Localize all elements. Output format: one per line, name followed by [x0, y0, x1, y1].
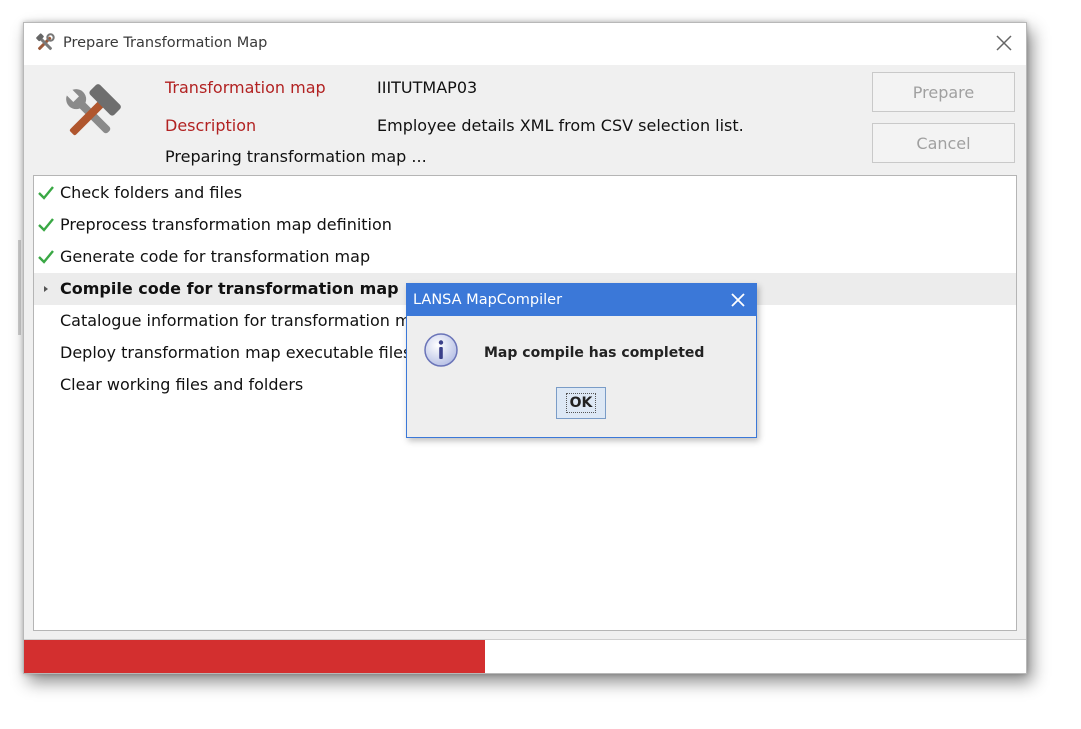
- step-label: Preprocess transformation map definition: [60, 215, 392, 234]
- description-label: Description: [165, 116, 257, 135]
- dialog-title: LANSA MapCompiler: [413, 292, 563, 308]
- checkmark-icon: [38, 186, 54, 200]
- step-label: Check folders and files: [60, 183, 243, 202]
- window-title: Prepare Transformation Map: [63, 35, 268, 51]
- step-label: Catalogue information for transformation…: [60, 311, 431, 330]
- status-text: Preparing transformation map ...: [165, 147, 427, 166]
- cancel-button[interactable]: Cancel: [872, 123, 1015, 163]
- info-icon: [424, 333, 458, 367]
- transformation-map-value: IIITUTMAP03: [377, 78, 478, 97]
- checkmark-icon: [38, 218, 54, 232]
- prepare-button[interactable]: Prepare: [872, 72, 1015, 112]
- close-icon[interactable]: [730, 292, 746, 308]
- step-label: Compile code for transformation map: [60, 279, 399, 298]
- tools-icon: [36, 33, 55, 51]
- step-label: Clear working files and folders: [60, 375, 304, 394]
- step-check-folders: Check folders and files: [34, 177, 1016, 209]
- tools-icon: [66, 84, 121, 136]
- background-edge: [18, 240, 21, 335]
- step-label: Deploy transformation map executable fil…: [60, 343, 412, 362]
- arrow-right-icon: [44, 286, 48, 292]
- step-preprocess: Preprocess transformation map definition: [34, 209, 1016, 241]
- description-value: Employee details XML from CSV selection …: [377, 116, 744, 135]
- progress-bar: [24, 639, 1026, 673]
- dialog-title-bar: LANSA MapCompiler: [407, 284, 756, 316]
- transformation-map-label: Transformation map: [165, 78, 326, 97]
- title-bar: Prepare Transformation Map: [24, 23, 1026, 65]
- ok-button[interactable]: OK: [556, 387, 606, 419]
- step-label: Generate code for transformation map: [60, 247, 371, 266]
- dialog-message: Map compile has completed: [484, 345, 705, 361]
- mapcompiler-dialog: LANSA MapCompiler Map compile has comple…: [406, 283, 757, 438]
- close-icon[interactable]: [992, 31, 1016, 55]
- checkmark-icon: [38, 250, 54, 264]
- ok-label: OK: [565, 393, 597, 413]
- step-generate-code: Generate code for transformation map: [34, 241, 1016, 273]
- progress-fill: [24, 640, 485, 673]
